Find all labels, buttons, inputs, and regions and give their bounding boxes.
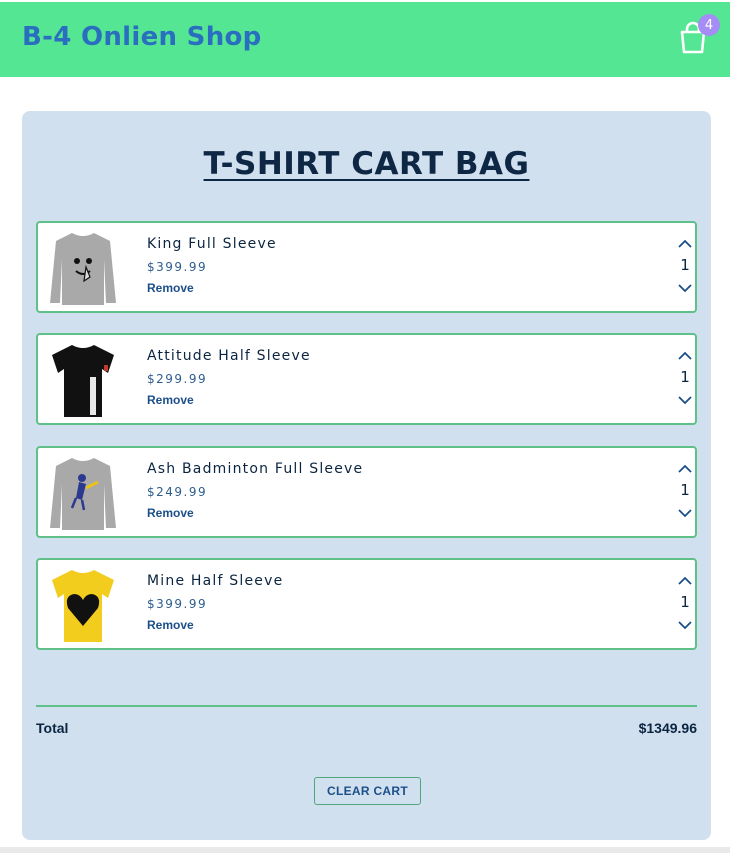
black-half-sleeve-tshirt-icon	[46, 341, 120, 419]
total-label: Total	[36, 720, 69, 736]
total-value: $1349.96	[638, 720, 697, 736]
item-quantity: 1	[680, 368, 690, 386]
cart-item: Mine Half Sleeve $399.99 Remove 1	[36, 558, 697, 650]
cart-title: T-SHIRT CART BAG	[203, 146, 530, 182]
item-name: King Full Sleeve	[147, 236, 277, 252]
remove-button[interactable]: Remove	[147, 618, 194, 632]
total-divider	[36, 705, 697, 707]
chevron-down-icon[interactable]	[677, 391, 693, 405]
cart-item: Ash Badminton Full Sleeve $249.99 Remove…	[36, 446, 697, 538]
chevron-up-icon[interactable]	[677, 572, 693, 585]
chevron-down-icon[interactable]	[677, 504, 693, 518]
cart-item: King Full Sleeve $399.99 Remove 1	[36, 221, 697, 313]
bottom-strip	[0, 847, 730, 853]
chevron-up-icon[interactable]	[677, 460, 693, 473]
chevron-up-icon[interactable]	[677, 235, 693, 248]
item-quantity: 1	[680, 256, 690, 274]
cart-panel: T-SHIRT CART BAG King Full Sleeve $399.9…	[22, 111, 711, 840]
remove-button[interactable]: Remove	[147, 393, 194, 407]
clear-cart-button[interactable]: CLEAR CART	[314, 777, 421, 805]
item-quantity: 1	[680, 481, 690, 499]
item-price: $399.99	[147, 597, 208, 611]
yellow-half-sleeve-tshirt-icon	[46, 566, 120, 644]
item-name: Attitude Half Sleeve	[147, 348, 311, 364]
cart-item: Attitude Half Sleeve $299.99 Remove 1	[36, 333, 697, 425]
gray-long-sleeve-tshirt-icon	[46, 454, 120, 532]
gray-long-sleeve-tshirt-icon	[46, 229, 120, 307]
item-price: $299.99	[147, 372, 208, 386]
item-quantity: 1	[680, 593, 690, 611]
item-name: Ash Badminton Full Sleeve	[147, 461, 364, 477]
remove-button[interactable]: Remove	[147, 506, 194, 520]
top-navbar: B-4 Onlien Shop 4	[0, 2, 730, 77]
chevron-down-icon[interactable]	[677, 279, 693, 293]
cart-count-badge: 4	[698, 14, 720, 36]
chevron-up-icon[interactable]	[677, 347, 693, 360]
item-name: Mine Half Sleeve	[147, 573, 284, 589]
chevron-down-icon[interactable]	[677, 616, 693, 630]
item-price: $399.99	[147, 260, 208, 274]
item-price: $249.99	[147, 485, 208, 499]
remove-button[interactable]: Remove	[147, 281, 194, 295]
brand-title[interactable]: B-4 Onlien Shop	[22, 22, 262, 52]
